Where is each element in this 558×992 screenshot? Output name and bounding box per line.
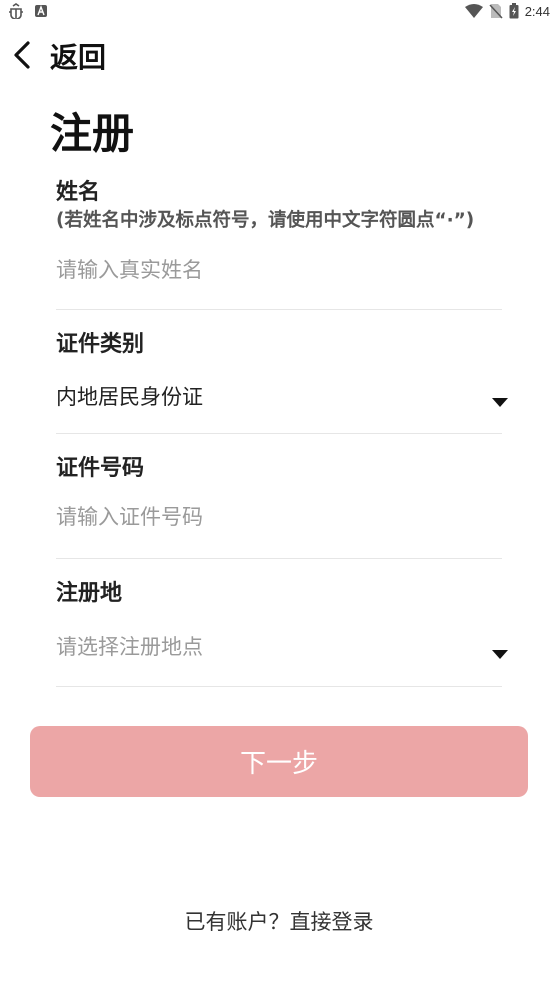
id-number-label: 证件号码 (56, 456, 145, 481)
back-button[interactable]: 返回 (50, 36, 106, 76)
wifi-icon (464, 4, 483, 18)
name-divider (56, 309, 502, 310)
name-field: 姓名 (若姓名中涉及标点符号，请使用中文字符圆点“·”) (56, 178, 502, 310)
chevron-left-icon[interactable] (10, 40, 36, 70)
battery-charging-icon (509, 3, 519, 19)
caret-down-icon[interactable] (492, 392, 508, 407)
caret-down-icon[interactable] (492, 644, 508, 659)
id-type-field: 证件类别 内地居民身份证 (56, 330, 508, 434)
id-number-divider (56, 558, 502, 559)
next-button[interactable]: 下一步 (30, 726, 528, 797)
header: 返回 (0, 28, 558, 82)
status-bar: 2:44 (0, 0, 558, 24)
no-sim-icon (489, 3, 503, 19)
name-label: 姓名 (56, 180, 101, 205)
region-select[interactable]: 请选择注册地点 (56, 632, 508, 662)
name-hint: (若姓名中涉及标点符号，请使用中文字符圆点“·”) (56, 210, 475, 231)
status-bar-left (8, 3, 48, 19)
id-type-select[interactable]: 内地居民身份证 (56, 382, 508, 412)
page-title: 注册 (50, 109, 135, 158)
region-placeholder: 请选择注册地点 (56, 635, 203, 659)
login-prompt-text: 已有账户？ (184, 910, 290, 934)
register-form: 姓名 (若姓名中涉及标点符号，请使用中文字符圆点“·”) 证件类别 内地居民身份… (56, 178, 508, 687)
status-time: 2:44 (524, 3, 550, 19)
region-label: 注册地 (56, 581, 123, 606)
region-divider (56, 686, 502, 687)
id-number-field: 证件号码 (56, 454, 502, 559)
id-number-input[interactable] (56, 502, 456, 532)
status-bar-right: 2:44 (464, 3, 550, 19)
login-link[interactable]: 直接登录 (290, 910, 374, 934)
register-page: 2:44 返回 注册 姓名 (若姓名中涉及标点符号，请使用中文字符圆点“·”) … (0, 0, 558, 992)
name-input[interactable] (56, 255, 456, 285)
bug-icon (8, 3, 24, 19)
app-a-icon (34, 4, 48, 18)
region-field: 注册地 请选择注册地点 (56, 579, 508, 687)
id-type-label: 证件类别 (56, 332, 145, 357)
id-type-value: 内地居民身份证 (56, 385, 203, 409)
login-prompt: 已有账户？直接登录 (0, 906, 558, 936)
id-type-divider (56, 433, 502, 434)
